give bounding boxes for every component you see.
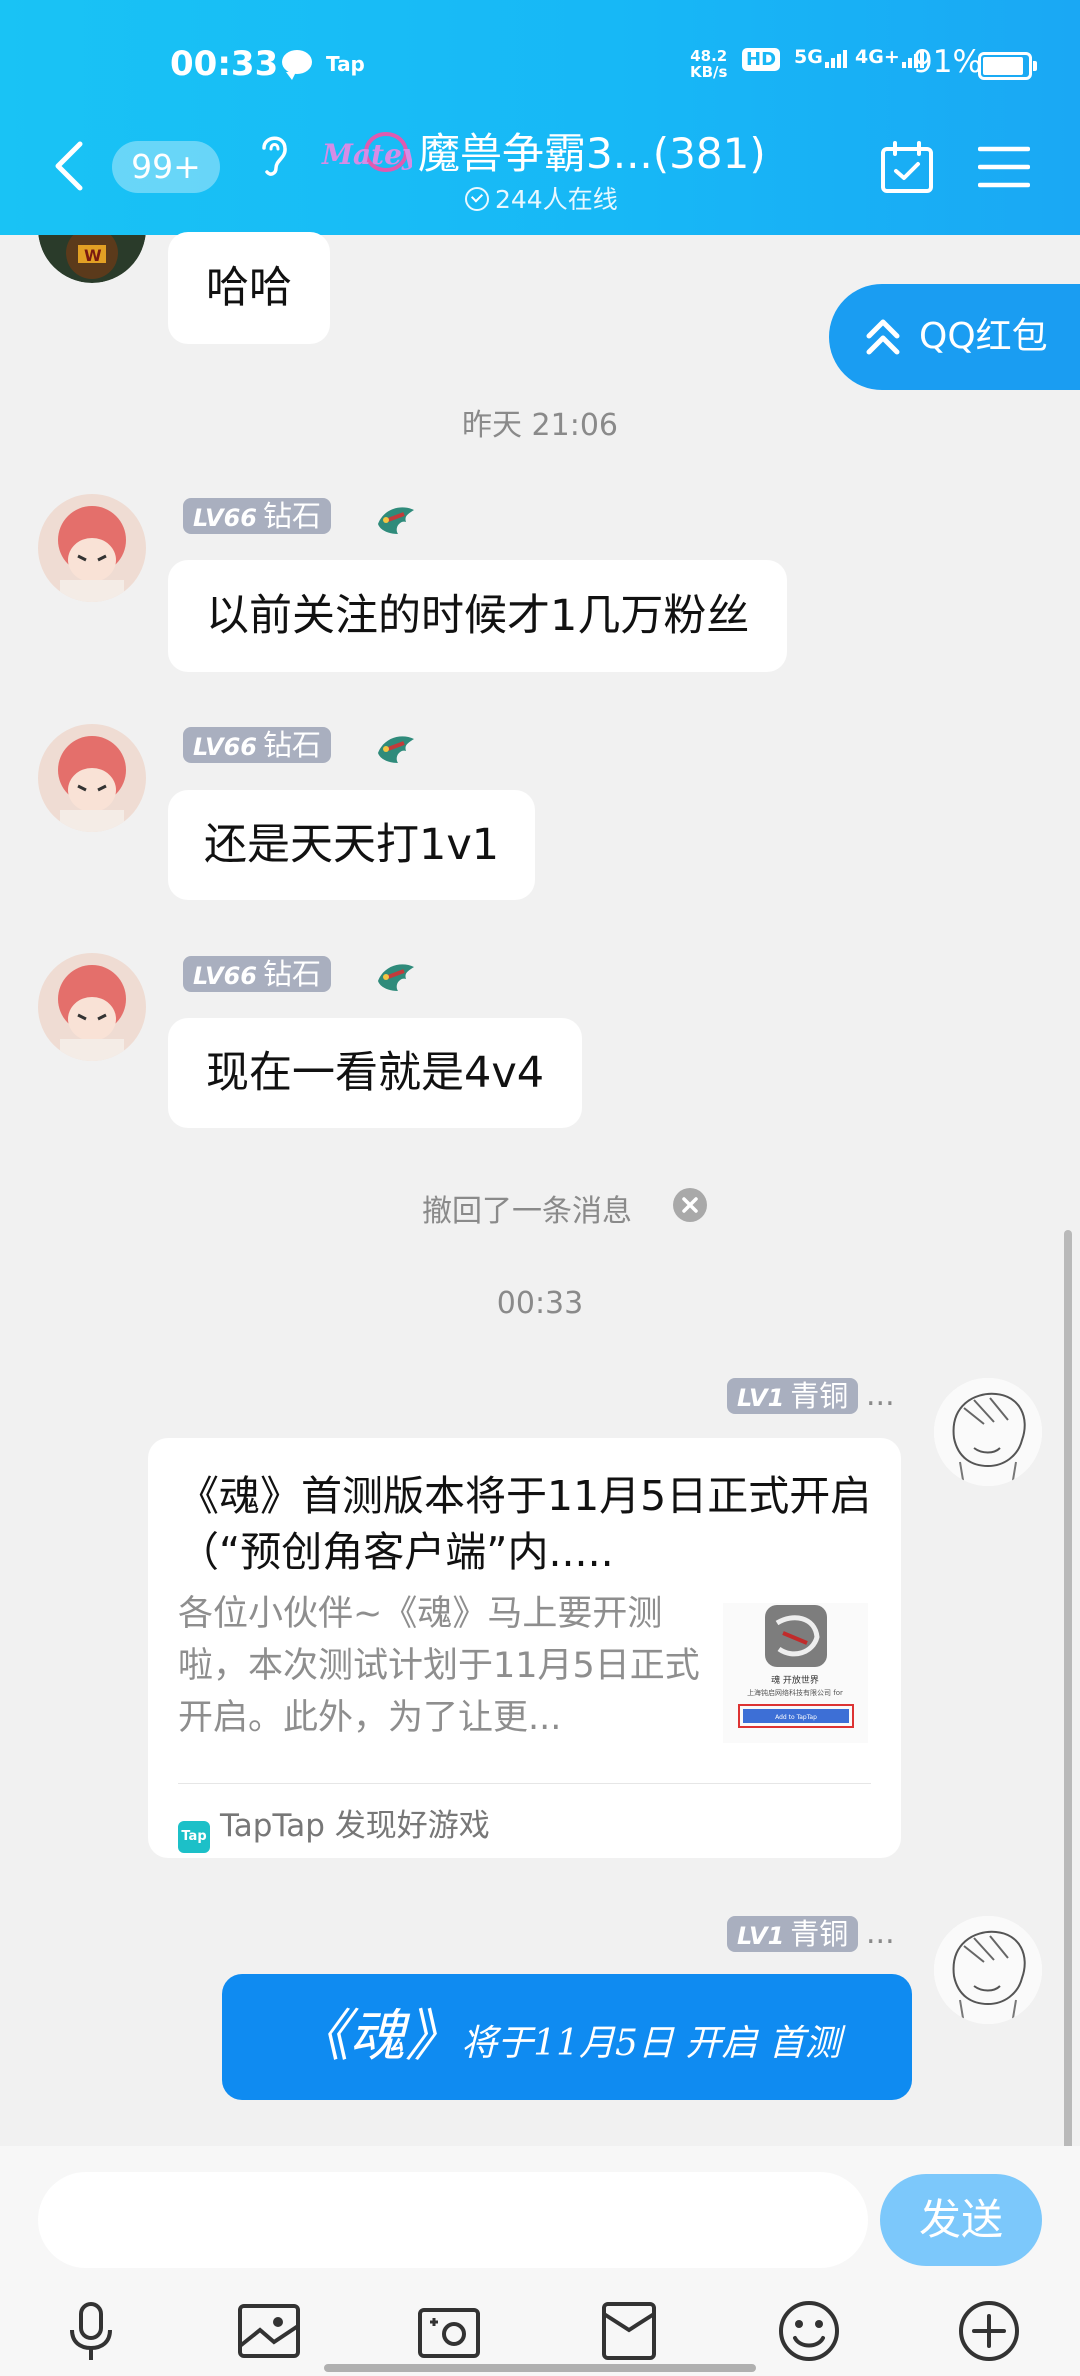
redpacket-label: QQ红包 <box>919 316 1048 357</box>
network-speed: 48.2 KB/s <box>690 47 728 81</box>
card-thumbnail: 魂 开放世界上海钝启网络科技有限公司 for Add to TapTap <box>723 1603 868 1743</box>
level-badge: LV66 钻石 <box>183 956 331 992</box>
link-card[interactable]: 《魂》首测版本将于11月5日正式开启（“预创角客户端”内..... 各位小伙伴~… <box>148 1438 901 1858</box>
group-logo: Matey <box>320 128 420 180</box>
group-title[interactable]: 魔兽争霸3...(381) <box>418 120 766 181</box>
svg-text:上海钝启网络科技有限公司 for: 上海钝启网络科技有限公司 for <box>747 1688 843 1697</box>
message-bubble[interactable]: 还是天天打1v1 <box>168 790 536 900</box>
battery-icon <box>978 52 1037 80</box>
svg-text:Matey: Matey <box>321 138 412 171</box>
double-chevron-up-icon <box>866 319 900 355</box>
timestamp: 00:33 <box>496 1286 584 1321</box>
signal-5g-icon: 5G <box>794 46 847 68</box>
dragon-badge-icon <box>378 507 414 534</box>
send-button[interactable]: 发送 <box>880 2174 1042 2266</box>
calendar-check-icon <box>881 141 933 193</box>
level-badge: LV66 钻石 <box>183 727 331 763</box>
input-bar: 发送 <box>0 2146 1080 2376</box>
file-icon[interactable] <box>596 2298 662 2364</box>
hamburger-menu-icon <box>977 146 1031 188</box>
recalled-notice: 撤回了一条消息 <box>422 1194 632 1229</box>
qq-redpacket-button[interactable]: QQ红包 <box>829 284 1080 390</box>
message-bubble[interactable]: 以前关注的时候才1几万粉丝 <box>168 560 788 672</box>
avatar[interactable] <box>38 953 146 1061</box>
timestamp: 昨天 21:06 <box>462 408 618 443</box>
calendar-button[interactable] <box>880 140 934 194</box>
taptap-icon: Tap <box>178 1821 210 1853</box>
tap-notification-icon: Tap <box>326 52 365 76</box>
status-time: 00:33 <box>170 44 279 84</box>
home-indicator[interactable] <box>324 2364 756 2372</box>
avatar[interactable] <box>38 724 146 832</box>
message-bubble[interactable]: 哈哈 <box>168 232 330 344</box>
avatar[interactable] <box>38 494 146 602</box>
card-source: Tap TapTap 发现好游戏 <box>178 1800 490 1853</box>
level-badge: LV1 青铜 <box>727 1378 859 1414</box>
message-bubble-styled[interactable]: 《魂》将于11月5日 开启 首测 <box>222 1974 912 2100</box>
online-count: 244人在线 <box>465 180 618 216</box>
mic-icon[interactable] <box>58 2298 124 2364</box>
message-notification-icon <box>282 50 312 80</box>
svg-text:魂 开放世界: 魂 开放世界 <box>771 1674 819 1686</box>
card-title: 《魂》首测版本将于11月5日正式开启（“预创角客户端”内..... <box>178 1472 872 1576</box>
dragon-badge-icon <box>378 964 414 991</box>
more-indicator: ... <box>866 1378 895 1413</box>
more-indicator: ... <box>866 1916 895 1951</box>
level-badge: LV1 青铜 <box>727 1916 859 1952</box>
hd-icon: HD <box>742 48 781 71</box>
plus-icon[interactable] <box>956 2298 1022 2364</box>
menu-button[interactable] <box>977 145 1031 189</box>
emoji-icon[interactable] <box>776 2298 842 2364</box>
chat-header: 00:33 Tap 48.2 KB/s HD 5G 4G+ 91% 99+ Mat… <box>0 0 1080 235</box>
chevron-left-icon <box>55 141 83 191</box>
back-button[interactable] <box>50 140 90 192</box>
camera-icon[interactable] <box>416 2298 482 2364</box>
avatar[interactable] <box>934 1378 1042 1486</box>
unread-badge[interactable]: 99+ <box>112 141 220 193</box>
message-bubble[interactable]: 现在一看就是4v4 <box>168 1018 583 1128</box>
ear-icon[interactable] <box>256 130 292 178</box>
card-divider <box>178 1783 871 1784</box>
online-check-icon <box>465 187 489 211</box>
level-badge: LV66 钻石 <box>183 498 331 534</box>
svg-text:W: W <box>84 246 102 265</box>
image-icon[interactable] <box>236 2298 302 2364</box>
svg-text:Add to TapTap: Add to TapTap <box>775 1714 817 1721</box>
message-input[interactable] <box>38 2172 868 2268</box>
close-icon[interactable] <box>672 1187 708 1223</box>
avatar[interactable] <box>934 1916 1042 2024</box>
card-description: 各位小伙伴~《魂》马上要开测啦，本次测试计划于11月5日正式开启。此外，为了让更… <box>178 1594 700 1738</box>
scrollbar[interactable] <box>1064 1230 1072 2150</box>
battery-percent: 91% <box>913 44 982 80</box>
dragon-badge-icon <box>378 736 414 763</box>
